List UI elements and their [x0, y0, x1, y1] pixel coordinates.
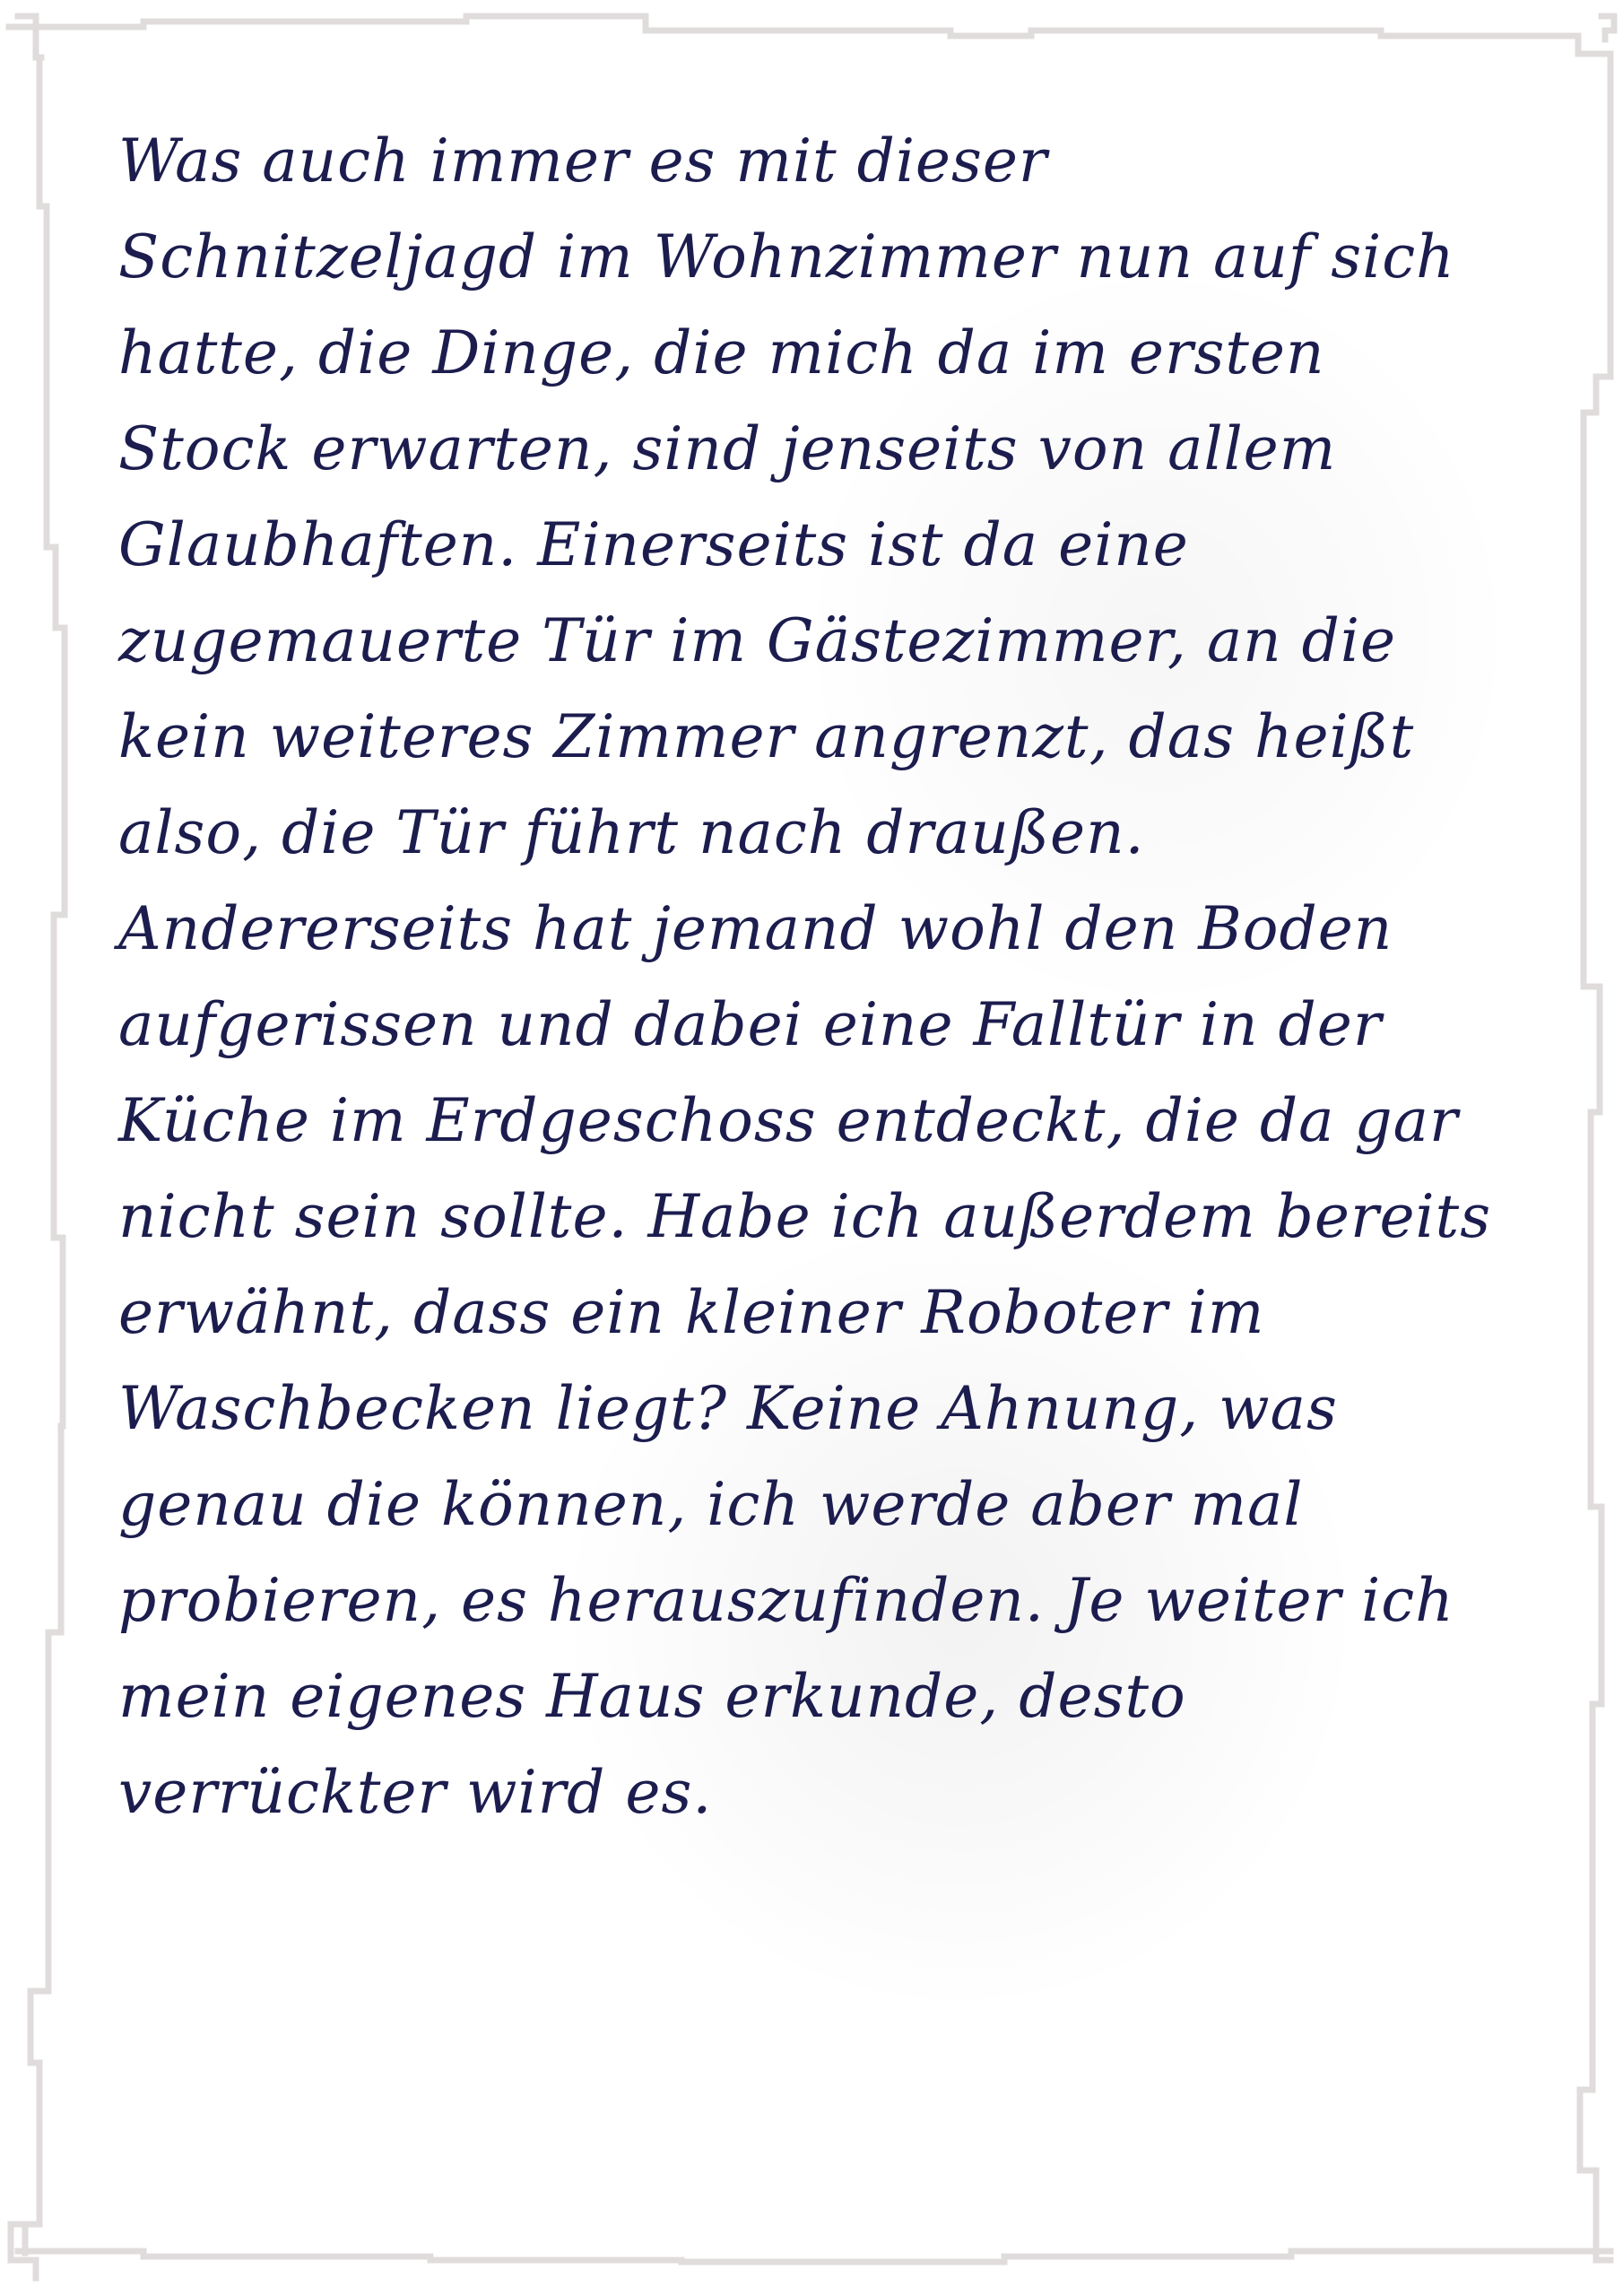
paper-sheet: Was auch immer es mit dieser Schnitzelja… — [0, 0, 1623, 2296]
note-line: aufgerissen und dabei eine Falltür in de… — [118, 990, 1383, 1059]
note-line: Küche im Erdgeschoss entdeckt, die da ga… — [118, 1086, 1459, 1155]
note-line: probieren, es herauszufinden. Je weiter … — [118, 1566, 1454, 1635]
note-line: mein eigenes Haus erkunde, desto — [118, 1662, 1186, 1731]
note-line: Waschbecken liegt? Keine Ahnung, was — [118, 1374, 1338, 1443]
note-line: erwähnt, dass ein kleiner Roboter im — [118, 1278, 1265, 1347]
handwritten-note: Was auch immer es mit dieser Schnitzelja… — [118, 113, 1517, 1840]
note-line: Andererseits hat jemand wohl den Boden — [118, 894, 1393, 963]
note-line: hatte, die Dinge, die mich da im ersten — [118, 318, 1325, 387]
note-line: nicht sein sollte. Habe ich außerdem ber… — [118, 1182, 1492, 1251]
note-line: genau die können, ich werde aber mal — [118, 1470, 1304, 1539]
note-line: verrückter wird es. — [118, 1758, 713, 1827]
note-line: zugemauerte Tür im Gästezimmer, an die — [118, 606, 1397, 675]
note-line: Schnitzeljagd im Wohnzimmer nun auf sich — [118, 222, 1455, 291]
note-line: Glaubhaften. Einerseits ist da eine — [118, 510, 1189, 579]
note-line: Was auch immer es mit dieser — [118, 126, 1048, 196]
note-line: also, die Tür führt nach draußen. — [118, 798, 1145, 867]
note-line: Stock erwarten, sind jenseits von allem — [118, 414, 1337, 483]
note-line: kein weiteres Zimmer angrenzt, das heißt — [118, 702, 1415, 771]
